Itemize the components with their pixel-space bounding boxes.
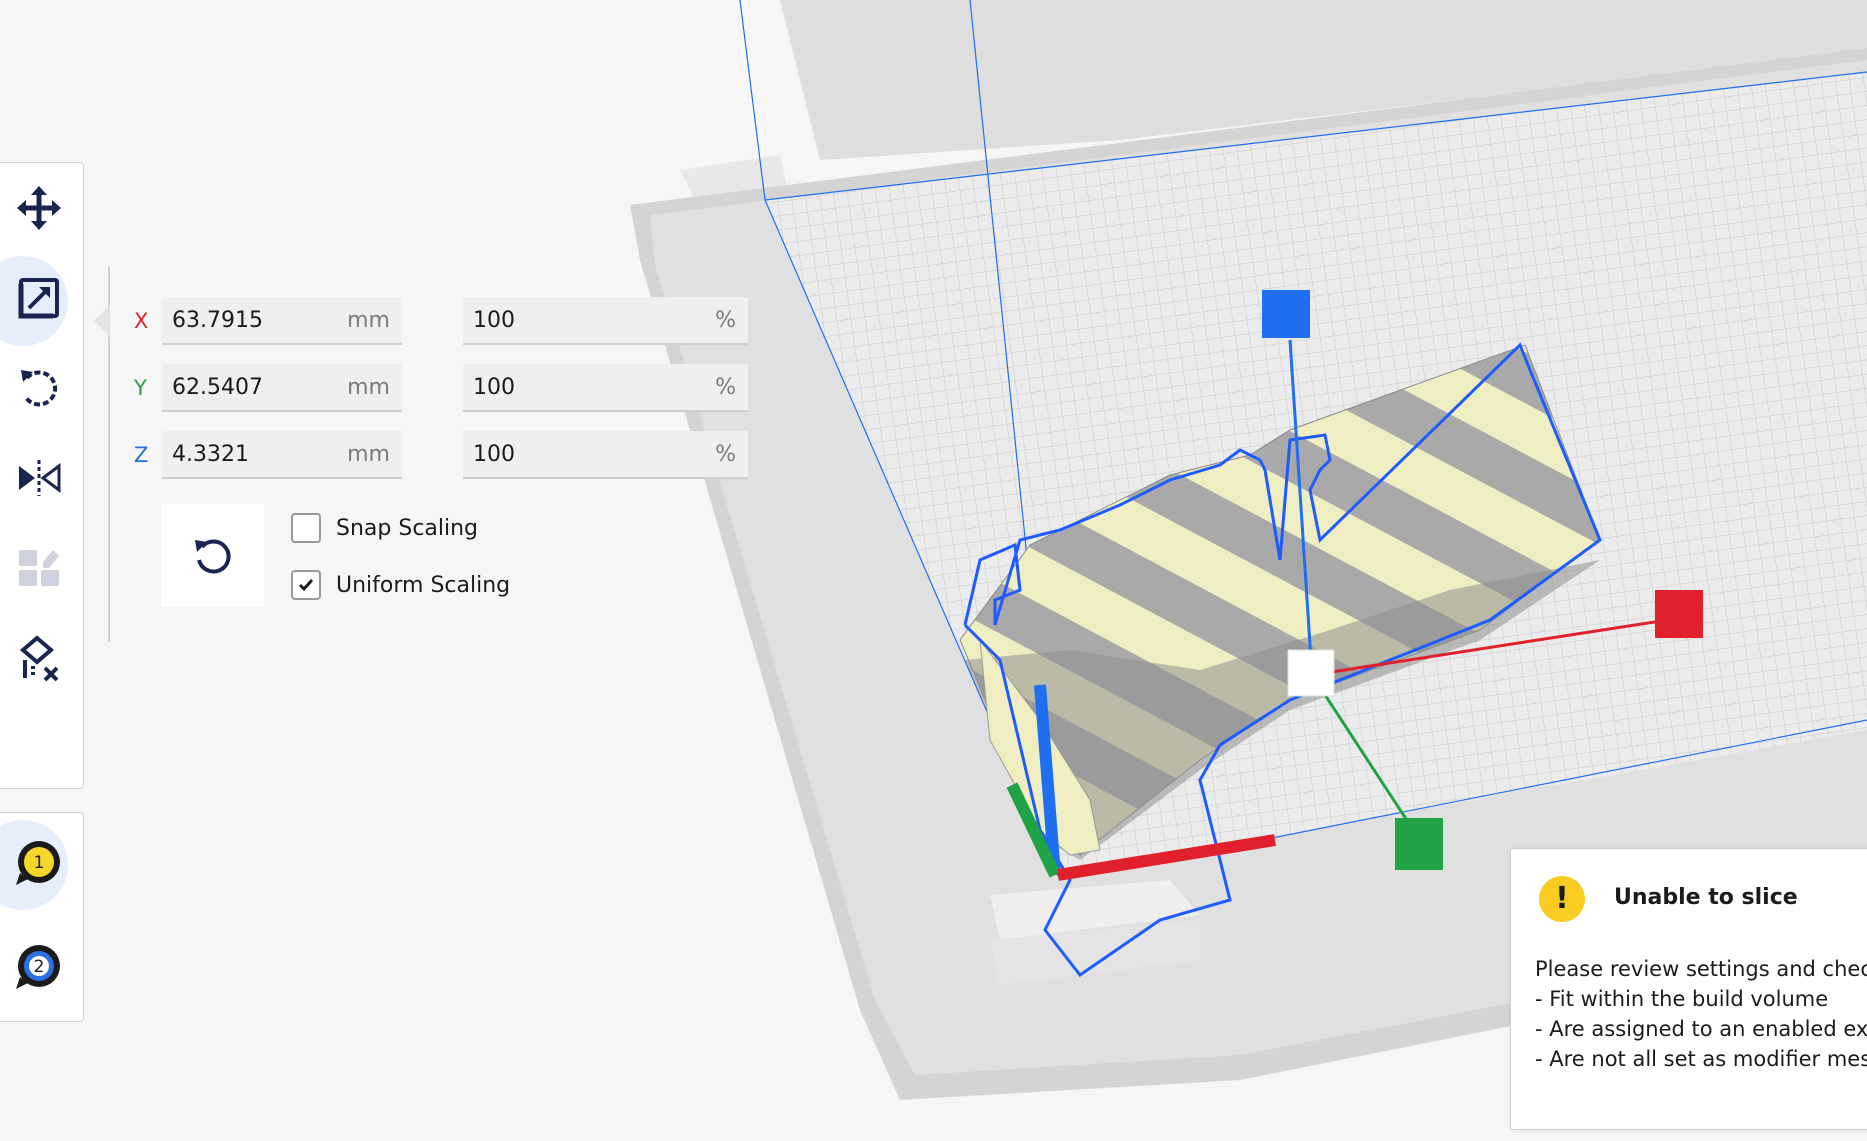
z-mm-value: 4.3321 (172, 442, 249, 467)
tool-toolbar (0, 162, 84, 789)
mirror-tool-button[interactable] (0, 433, 83, 523)
extruder-2-icon: 2 (15, 945, 60, 989)
x-percent-unit: % (715, 308, 736, 333)
x-mm-input[interactable]: 63.7915 mm (162, 297, 402, 345)
y-mm-unit: mm (347, 375, 390, 400)
z-percent-value: 100 (473, 442, 515, 467)
extruder-1-icon: 1 (15, 841, 60, 885)
support-blocker-button[interactable] (0, 613, 83, 703)
scale-tool-button[interactable] (0, 253, 83, 346)
extruder-1-number: 1 (33, 853, 44, 873)
per-model-settings-button[interactable] (0, 523, 83, 613)
y-axis-label: Y (134, 376, 147, 400)
snap-scaling-checkbox-row[interactable]: Snap Scaling (291, 510, 478, 546)
reset-icon (194, 539, 231, 573)
notification-line: - Are not all set as modifier mesh (1535, 1047, 1867, 1071)
scale-panel: X 63.7915 mm 100 % Y 62.5407 mm 100 % Z … (94, 267, 758, 642)
notification-body: Please review settings and check - Fit w… (1535, 954, 1867, 1074)
gizmo-z-handle[interactable] (1262, 290, 1310, 338)
y-percent-unit: % (715, 375, 736, 400)
uniform-scaling-label: Uniform Scaling (336, 572, 511, 598)
x-percent-input[interactable]: 100 % (463, 297, 748, 345)
gizmo-x-handle[interactable] (1655, 590, 1703, 638)
extruder-2-button[interactable]: 2 (0, 921, 83, 1011)
support-blocker-icon (19, 635, 58, 682)
snap-scaling-label: Snap Scaling (336, 515, 479, 541)
x-axis-label: X (134, 309, 149, 333)
snap-scaling-checkbox[interactable] (291, 513, 321, 543)
gizmo-center-handle[interactable] (1287, 649, 1335, 697)
move-tool-button[interactable] (0, 163, 83, 253)
notification-line: - Fit within the build volume (1535, 987, 1829, 1011)
rotate-tool-button[interactable] (0, 343, 83, 433)
z-percent-unit: % (715, 442, 736, 467)
y-percent-value: 100 (473, 375, 515, 400)
x-mm-value: 63.7915 (172, 308, 263, 333)
unable-to-slice-notification: ! Unable to slice Please review settings… (1510, 848, 1867, 1130)
reset-scale-button[interactable] (161, 504, 264, 607)
z-percent-input[interactable]: 100 % (463, 431, 748, 479)
y-mm-value: 62.5407 (172, 375, 263, 400)
panel-pointer (94, 305, 110, 337)
application-window: 1 2 X 63.7915 mm 100 % Y 62.5407 mm 100 … (0, 0, 1867, 1141)
gizmo-y-handle[interactable] (1395, 818, 1443, 870)
rotate-icon (20, 370, 57, 407)
checkmark-icon (298, 579, 314, 592)
y-mm-input[interactable]: 62.5407 mm (162, 364, 402, 412)
extruder-1-button[interactable]: 1 (0, 817, 83, 910)
x-percent-value: 100 (473, 308, 515, 333)
notification-title: Unable to slice (1614, 885, 1798, 910)
warning-icon: ! (1539, 876, 1585, 922)
scale-icon (18, 278, 59, 319)
notification-line: - Are assigned to an enabled ext (1535, 1017, 1867, 1041)
x-mm-unit: mm (347, 308, 390, 333)
z-mm-unit: mm (347, 442, 390, 467)
z-mm-input[interactable]: 4.3321 mm (162, 431, 402, 479)
per-model-settings-icon (18, 550, 59, 586)
uniform-scaling-checkbox-row[interactable]: Uniform Scaling (291, 567, 510, 603)
extruder-2-number: 2 (33, 957, 44, 977)
z-axis-label: Z (134, 443, 149, 467)
move-icon (16, 186, 61, 230)
extruder-toolbar: 1 2 (0, 812, 84, 1022)
notification-line: Please review settings and check (1535, 957, 1867, 981)
uniform-scaling-checkbox[interactable] (291, 570, 321, 600)
y-percent-input[interactable]: 100 % (463, 364, 748, 412)
mirror-icon (18, 460, 60, 496)
